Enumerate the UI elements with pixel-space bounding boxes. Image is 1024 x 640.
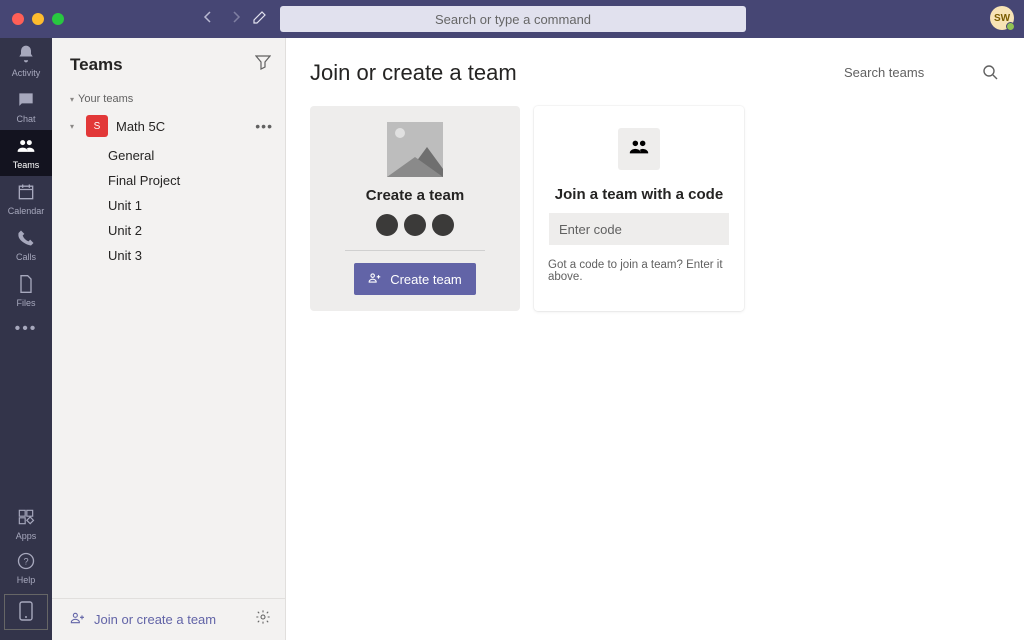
team-row[interactable]: ▾ S Math 5C ••• <box>52 109 285 143</box>
forward-button[interactable] <box>228 9 244 30</box>
rail-label: Files <box>16 298 35 308</box>
app-rail: Activity Chat Teams Calendar Calls Files… <box>0 38 52 640</box>
mobile-icon <box>19 601 33 623</box>
section-your-teams[interactable]: ▾ Your teams <box>52 87 285 109</box>
team-more-button[interactable]: ••• <box>255 118 273 134</box>
channel-item[interactable]: General <box>108 143 285 168</box>
sidebar-title: Teams <box>70 55 123 75</box>
rail-files[interactable]: Files <box>0 268 52 314</box>
calendar-icon <box>16 182 36 204</box>
rail-teams[interactable]: Teams <box>0 130 52 176</box>
teams-sidebar: Teams ▾ Your teams ▾ S Math 5C ••• Gener… <box>52 38 286 640</box>
create-team-image <box>387 122 443 177</box>
create-team-button-label: Create team <box>390 272 462 287</box>
settings-button[interactable] <box>255 609 271 630</box>
command-search-input[interactable]: Search or type a command <box>280 6 746 32</box>
divider <box>345 250 485 251</box>
people-add-icon <box>368 271 382 288</box>
search-teams-input[interactable] <box>840 58 1000 88</box>
close-window-button[interactable] <box>12 13 24 25</box>
rail-mobile-button[interactable] <box>4 594 48 630</box>
channel-item[interactable]: Unit 2 <box>108 218 285 243</box>
rail-label: Activity <box>12 68 41 78</box>
window-controls <box>0 13 64 25</box>
rail-more[interactable]: ••• <box>0 314 52 344</box>
search-teams-field[interactable] <box>840 58 1000 88</box>
channel-item[interactable]: Unit 3 <box>108 243 285 268</box>
create-team-card: Create a team Create team <box>310 106 520 311</box>
rail-calls[interactable]: Calls <box>0 222 52 268</box>
people-icon <box>16 136 36 158</box>
create-team-button[interactable]: Create team <box>354 263 476 295</box>
help-icon: ? <box>16 551 36 573</box>
presence-indicator <box>1006 22 1015 31</box>
rail-activity[interactable]: Activity <box>0 38 52 84</box>
join-team-card: Join a team with a code Got a code to jo… <box>534 106 744 311</box>
compose-icon[interactable] <box>252 9 268 30</box>
person-avatar <box>376 214 398 236</box>
channel-item[interactable]: Unit 1 <box>108 193 285 218</box>
join-team-icon-tile <box>618 128 660 170</box>
minimize-window-button[interactable] <box>32 13 44 25</box>
rail-help[interactable]: ? Help <box>0 546 52 590</box>
rail-label: Help <box>17 575 36 585</box>
join-create-team-link[interactable]: Join or create a team <box>70 610 216 629</box>
person-avatar <box>404 214 426 236</box>
channel-item[interactable]: Final Project <box>108 168 285 193</box>
people-preview <box>376 214 454 236</box>
people-add-icon <box>70 610 86 629</box>
back-button[interactable] <box>200 9 216 30</box>
rail-calendar[interactable]: Calendar <box>0 176 52 222</box>
rail-chat[interactable]: Chat <box>0 84 52 130</box>
team-avatar: S <box>86 115 108 137</box>
bell-icon <box>16 44 36 66</box>
chevron-down-icon: ▾ <box>70 95 74 104</box>
people-icon <box>628 136 650 163</box>
rail-label: Teams <box>13 160 40 170</box>
file-icon <box>16 274 36 296</box>
search-icon <box>982 64 998 85</box>
team-name: Math 5C <box>116 119 247 134</box>
search-placeholder: Search or type a command <box>435 12 591 27</box>
rail-label: Apps <box>16 531 37 541</box>
maximize-window-button[interactable] <box>52 13 64 25</box>
rail-label: Calls <box>16 252 36 262</box>
team-code-input[interactable] <box>549 213 729 245</box>
title-bar: Search or type a command SW <box>0 0 1024 38</box>
main-content: Join or create a team Create a team <box>286 38 1024 640</box>
create-team-title: Create a team <box>366 187 464 204</box>
rail-label: Chat <box>16 114 35 124</box>
section-label-text: Your teams <box>78 93 133 105</box>
join-link-label: Join or create a team <box>94 612 216 627</box>
apps-icon <box>16 507 36 529</box>
filter-icon[interactable] <box>255 54 271 75</box>
svg-text:?: ? <box>23 556 28 566</box>
chevron-down-icon: ▾ <box>70 122 78 131</box>
channel-list: General Final Project Unit 1 Unit 2 Unit… <box>52 143 285 268</box>
ellipsis-icon: ••• <box>15 320 38 338</box>
join-team-title: Join a team with a code <box>555 186 723 203</box>
person-avatar <box>432 214 454 236</box>
phone-icon <box>16 228 36 250</box>
rail-apps[interactable]: Apps <box>0 502 52 546</box>
join-team-hint: Got a code to join a team? Enter it abov… <box>548 259 730 283</box>
rail-label: Calendar <box>8 206 45 216</box>
page-title: Join or create a team <box>310 60 517 86</box>
chat-icon <box>16 90 36 112</box>
